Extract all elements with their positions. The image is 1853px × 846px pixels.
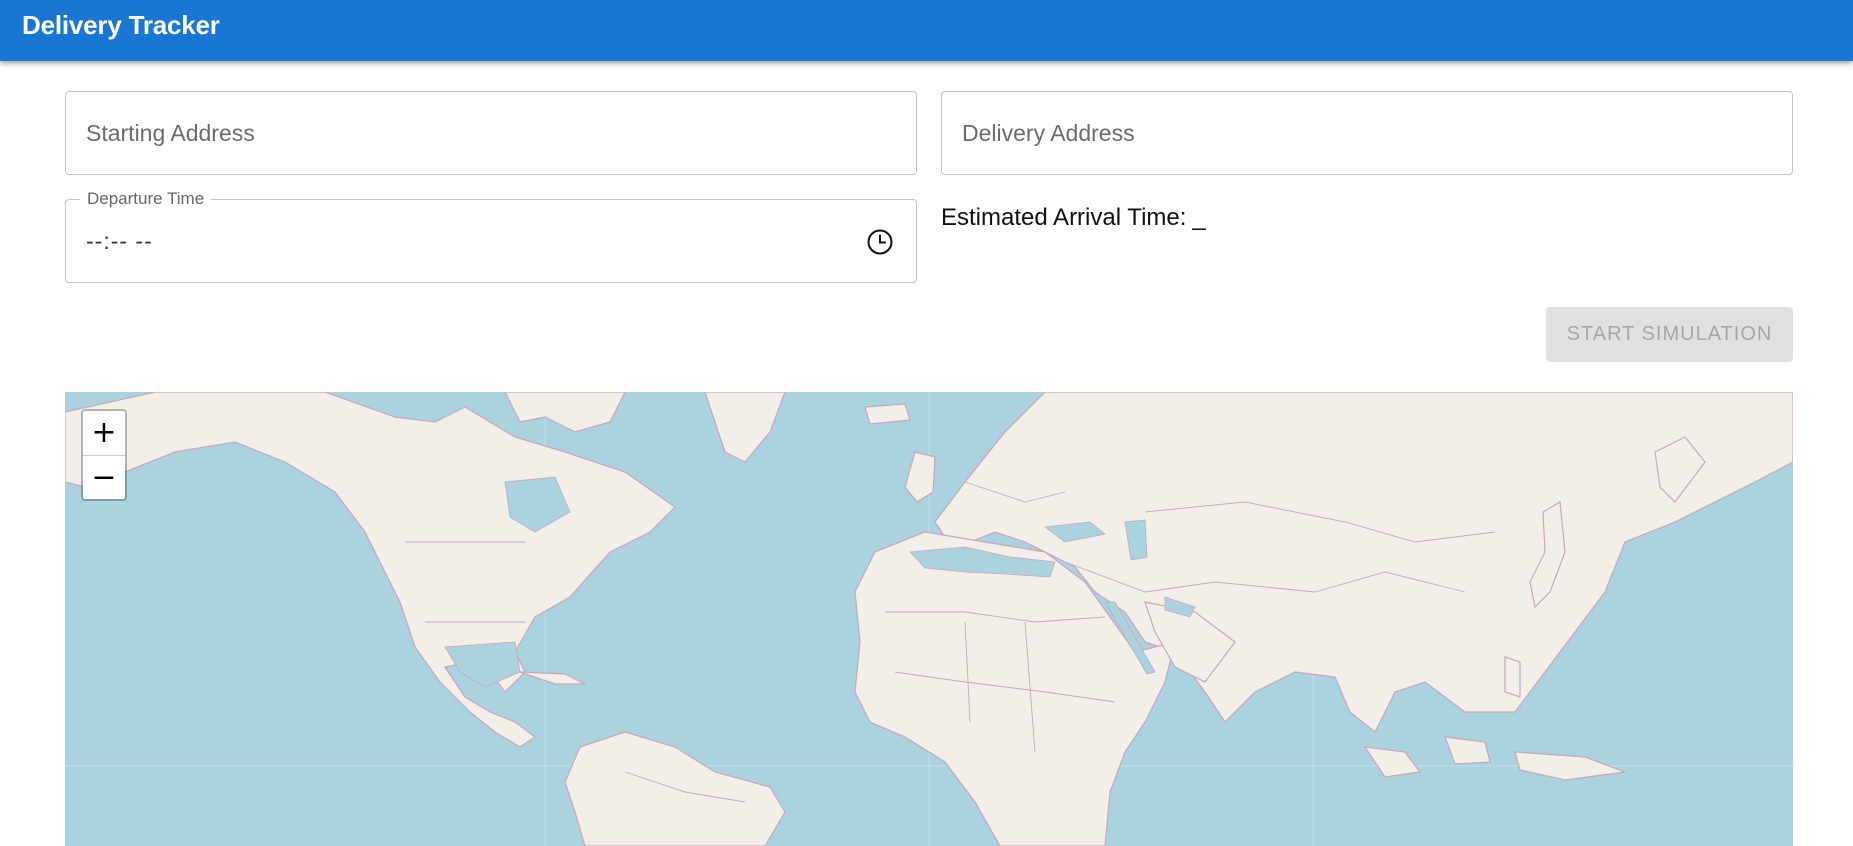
starting-address-input[interactable] [66, 92, 916, 174]
start-simulation-button[interactable]: Start Simulation [1546, 307, 1793, 362]
app-bar: Delivery Tracker [0, 0, 1853, 61]
zoom-control: + − [81, 409, 127, 501]
estimated-arrival-label: Estimated Arrival Time: [941, 204, 1187, 231]
world-map[interactable]: + − [65, 392, 1793, 846]
land-iceland [864, 403, 911, 425]
land-indonesia-1 [1363, 746, 1422, 778]
delivery-address-field[interactable] [941, 91, 1793, 175]
land-philippines [1504, 656, 1521, 698]
clock-icon[interactable] [866, 228, 894, 256]
starting-address-field[interactable] [65, 91, 917, 175]
departure-time-value[interactable]: --:-- -- [86, 228, 153, 255]
land-indonesia-3 [1514, 751, 1626, 781]
land-caribbean [519, 671, 586, 685]
delivery-address-input[interactable] [942, 92, 1792, 174]
land-indonesia-2 [1444, 736, 1491, 765]
land-north-america [65, 392, 676, 748]
map-tiles [65, 392, 1793, 846]
minus-icon[interactable]: − [83, 456, 125, 500]
departure-time-label: Departure Time [80, 189, 212, 209]
plus-icon[interactable]: + [83, 411, 125, 456]
land-arctic-islands [504, 392, 626, 433]
land-greenland [704, 392, 786, 463]
departure-time-field[interactable]: Departure Time --:-- -- [65, 189, 917, 283]
land-uk [904, 451, 936, 503]
app-title: Delivery Tracker [22, 10, 220, 40]
estimated-arrival: Estimated Arrival Time: _ [941, 204, 1212, 232]
estimated-arrival-value: _ [1192, 204, 1206, 231]
